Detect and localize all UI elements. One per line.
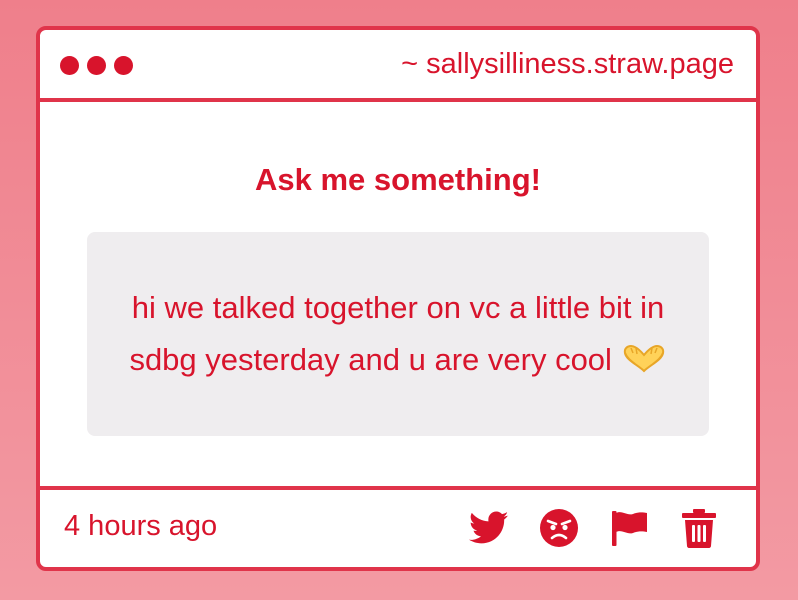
message-text: hi we talked together on vc a little bit… xyxy=(117,282,679,386)
delete-button[interactable] xyxy=(678,507,720,549)
twitter-icon xyxy=(469,511,509,544)
window-dot-2[interactable] xyxy=(87,56,106,75)
browser-window: ~ sallysilliness.straw.page Ask me somet… xyxy=(36,26,760,571)
share-twitter-button[interactable] xyxy=(468,507,510,549)
timestamp: 4 hours ago xyxy=(64,510,218,542)
window-controls xyxy=(60,56,133,75)
message-box: hi we talked together on vc a little bit… xyxy=(87,232,709,436)
window-dot-1[interactable] xyxy=(60,56,79,75)
action-bar xyxy=(468,507,720,549)
trash-icon xyxy=(682,509,716,548)
block-user-button[interactable] xyxy=(538,507,580,549)
page-url: ~ sallysilliness.straw.page xyxy=(401,48,734,80)
report-button[interactable] xyxy=(608,507,650,549)
card-footer: 4 hours ago xyxy=(40,486,756,567)
flag-icon xyxy=(612,511,647,546)
window-dot-3[interactable] xyxy=(114,56,133,75)
message-card: Ask me something! hi we talked together … xyxy=(40,102,756,486)
angry-face-icon xyxy=(540,509,578,547)
page-title: Ask me something! xyxy=(255,162,541,197)
heart-hands-emoji-icon xyxy=(621,338,667,373)
message-body: hi we talked together on vc a little bit… xyxy=(129,290,665,377)
title-bar: ~ sallysilliness.straw.page xyxy=(40,30,756,102)
